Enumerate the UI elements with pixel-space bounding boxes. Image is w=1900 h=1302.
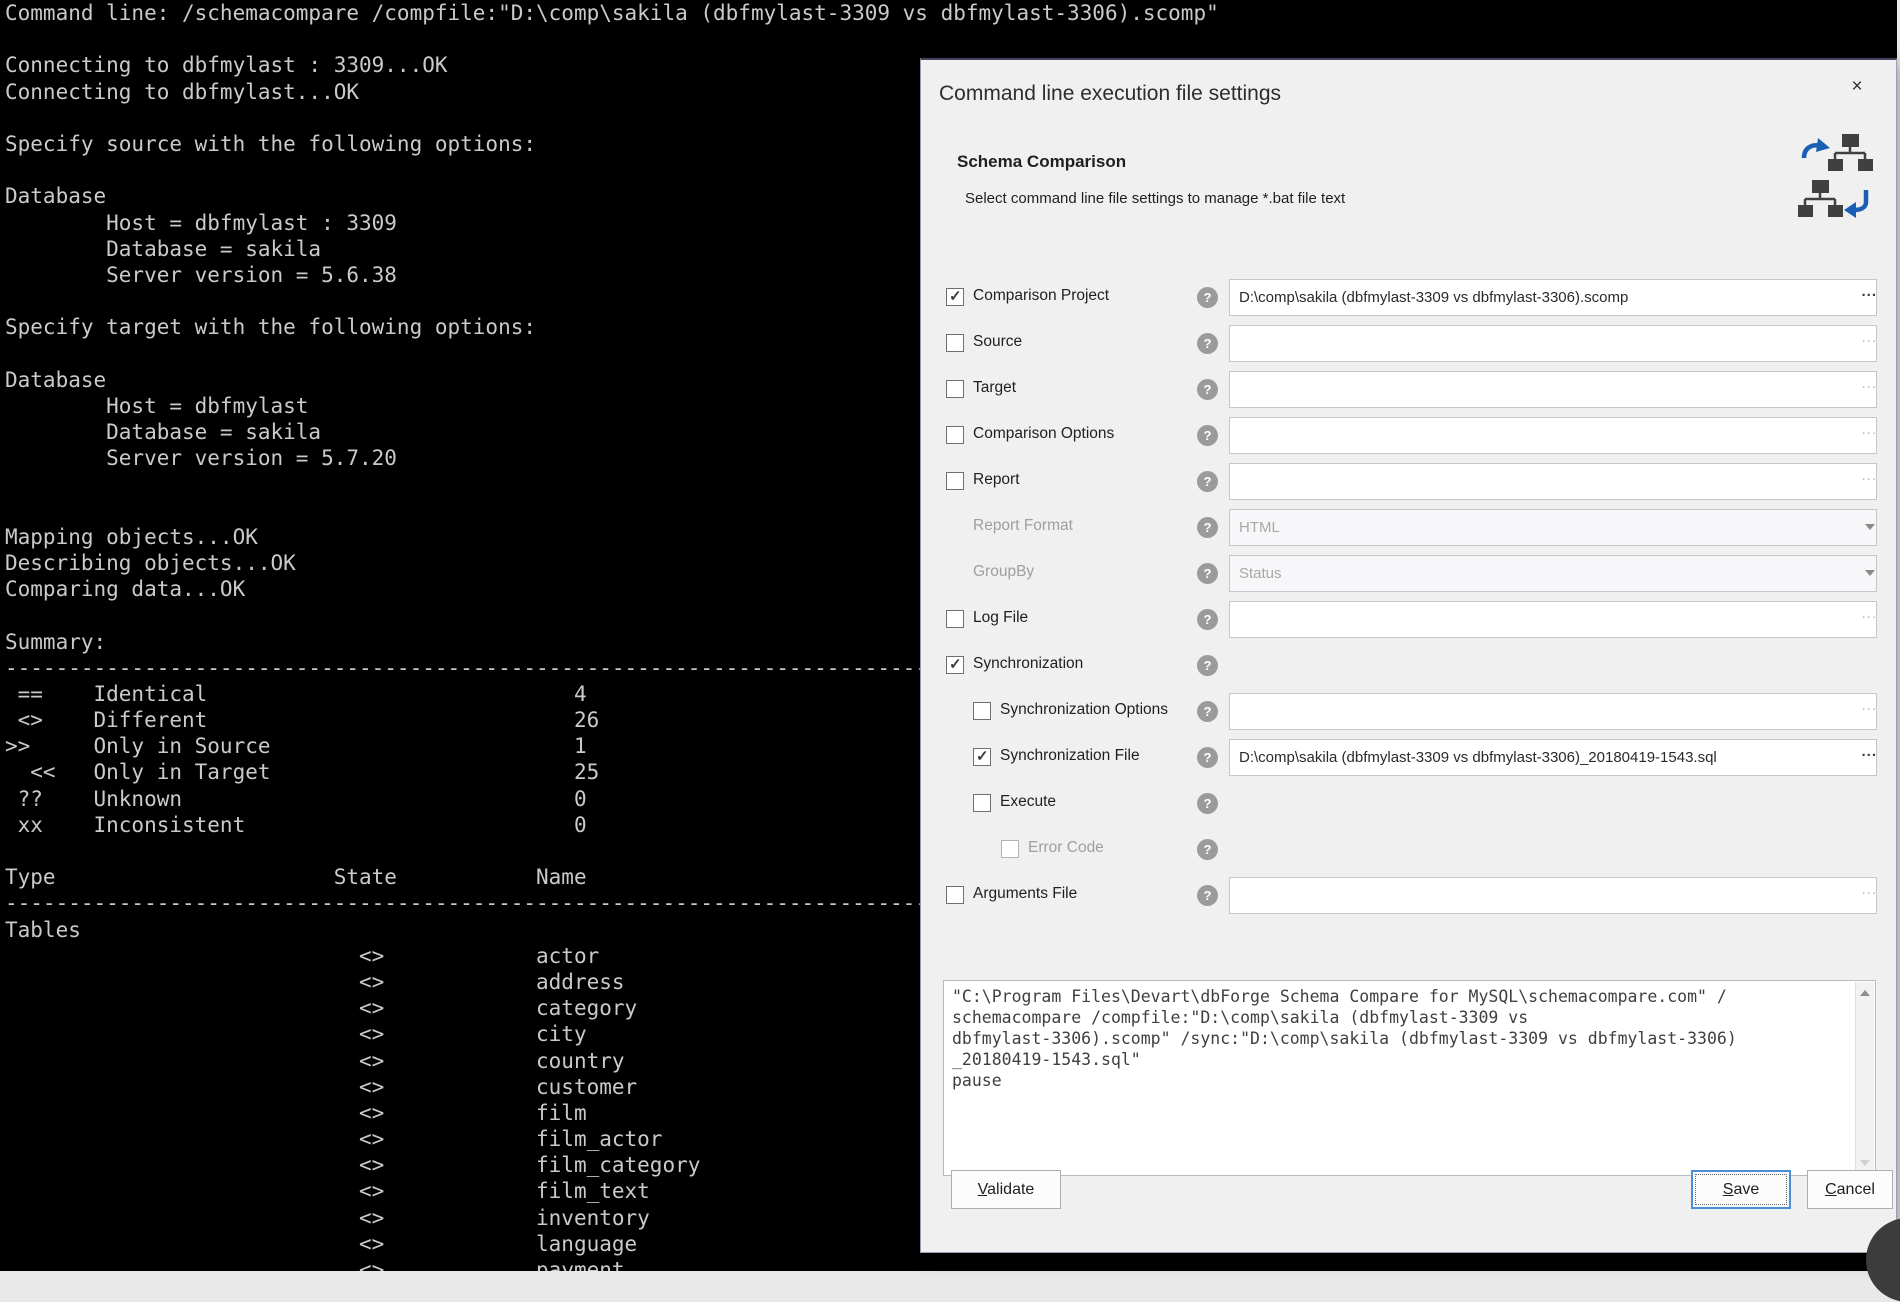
cancel-button[interactable]: Cancel [1807,1170,1893,1209]
execute-label: Execute [1000,793,1056,811]
save-button[interactable]: Save [1691,1170,1791,1209]
cancel-mnemonic: C [1825,1181,1837,1198]
help-icon[interactable]: ? [1197,885,1218,906]
row-synchronization-options: Synchronization Options ? ... [921,693,1898,730]
help-icon[interactable]: ? [1197,793,1218,814]
row-log-file: Log File ? ... [921,601,1898,638]
row-source: Source ? ... [921,325,1898,362]
row-comparison-project: Comparison Project ? D:\comp\sakila (dbf… [921,279,1898,316]
target-field[interactable] [1229,371,1877,408]
browse-button[interactable]: ... [1861,283,1877,300]
synchronization-checkbox[interactable] [946,656,964,674]
target-checkbox[interactable] [946,380,964,398]
synchronization-options-field[interactable] [1229,693,1877,730]
target-label: Target [973,379,1016,397]
log-file-label: Log File [973,609,1028,627]
row-error-code: Error Code ? [921,831,1898,868]
arguments-file-field[interactable] [1229,877,1877,914]
help-icon[interactable]: ? [1197,609,1218,630]
log-file-checkbox[interactable] [946,610,964,628]
browse-button[interactable]: ... [1861,743,1877,760]
log-file-field[interactable] [1229,601,1877,638]
synchronization-file-field[interactable]: D:\comp\sakila (dbfmylast-3309 vs dbfmyl… [1229,739,1877,776]
comparison-project-field[interactable]: D:\comp\sakila (dbfmylast-3309 vs dbfmyl… [1229,279,1877,316]
save-mnemonic: S [1723,1181,1734,1198]
schema-comparison-icon [1796,132,1874,229]
scroll-up-icon[interactable] [1860,990,1870,996]
section-heading: Schema Comparison [957,152,1126,172]
source-label: Source [973,333,1022,351]
chevron-down-icon [1865,570,1875,576]
row-report-format: Report Format ? HTML [921,509,1898,546]
scrollbar[interactable] [1855,982,1874,1174]
report-field[interactable] [1229,463,1877,500]
validate-mnemonic: V [978,1181,987,1198]
validate-button[interactable]: Validate [951,1170,1061,1209]
command-line-settings-dialog: Command line execution file settings × S… [920,58,1897,1253]
arguments-file-checkbox[interactable] [946,886,964,904]
terminal-line [0,26,1897,52]
row-comparison-options: Comparison Options ? ... [921,417,1898,454]
comparison-options-label: Comparison Options [973,425,1114,443]
help-icon[interactable]: ? [1197,747,1218,768]
error-code-checkbox [1001,840,1019,858]
row-target: Target ? ... [921,371,1898,408]
help-icon[interactable]: ? [1197,517,1218,538]
help-icon[interactable]: ? [1197,563,1218,584]
source-checkbox[interactable] [946,334,964,352]
validate-label: alidate [987,1181,1034,1198]
synchronization-file-checkbox[interactable] [973,748,991,766]
save-label: ave [1733,1181,1759,1198]
browse-button[interactable]: ... [1861,467,1877,484]
bat-file-preview[interactable]: "C:\Program Files\Devart\dbForge Schema … [943,980,1876,1176]
comparison-options-checkbox[interactable] [946,426,964,444]
browse-button[interactable]: ... [1861,605,1877,622]
browse-button[interactable]: ... [1861,375,1877,392]
synchronization-options-label: Synchronization Options [1000,701,1168,719]
comparison-project-label: Comparison Project [973,287,1109,305]
bat-file-text: "C:\Program Files\Devart\dbForge Schema … [952,986,1849,1171]
row-execute: Execute ? [921,785,1898,822]
row-synchronization: Synchronization ? [921,647,1898,684]
groupby-select[interactable]: Status [1229,555,1877,592]
report-checkbox[interactable] [946,472,964,490]
scroll-down-icon[interactable] [1860,1160,1870,1166]
close-icon[interactable]: × [1842,72,1872,102]
help-icon[interactable]: ? [1197,839,1218,860]
row-arguments-file: Arguments File ? ... [921,877,1898,914]
arguments-file-label: Arguments File [973,885,1077,903]
execute-checkbox[interactable] [973,794,991,812]
section-subtitle: Select command line file settings to man… [965,190,1345,207]
error-code-label: Error Code [1028,839,1104,857]
help-icon[interactable]: ? [1197,425,1218,446]
browse-button[interactable]: ... [1861,697,1877,714]
terminal-line: <> payment [0,1257,1897,1271]
help-icon[interactable]: ? [1197,287,1218,308]
groupby-label: GroupBy [973,563,1034,581]
synchronization-file-label: Synchronization File [1000,747,1140,765]
report-label: Report [973,471,1020,489]
browse-button[interactable]: ... [1861,329,1877,346]
help-icon[interactable]: ? [1197,379,1218,400]
source-field[interactable] [1229,325,1877,362]
row-report: Report ? ... [921,463,1898,500]
terminal-line: Command line: /schemacompare /compfile:"… [0,0,1897,26]
chevron-down-icon [1865,524,1875,530]
report-format-label: Report Format [973,517,1073,535]
browse-button[interactable]: ... [1861,421,1877,438]
browse-button[interactable]: ... [1861,881,1877,898]
synchronization-label: Synchronization [973,655,1083,673]
comparison-options-field[interactable] [1229,417,1877,454]
help-icon[interactable]: ? [1197,655,1218,676]
row-synchronization-file: Synchronization File ? D:\comp\sakila (d… [921,739,1898,776]
help-icon[interactable]: ? [1197,333,1218,354]
cancel-label: ancel [1837,1181,1875,1198]
help-icon[interactable]: ? [1197,471,1218,492]
synchronization-options-checkbox[interactable] [973,702,991,720]
comparison-project-checkbox[interactable] [946,288,964,306]
report-format-select[interactable]: HTML [1229,509,1877,546]
row-groupby: GroupBy ? Status [921,555,1898,592]
help-icon[interactable]: ? [1197,701,1218,722]
dialog-title: Command line execution file settings [939,82,1281,106]
